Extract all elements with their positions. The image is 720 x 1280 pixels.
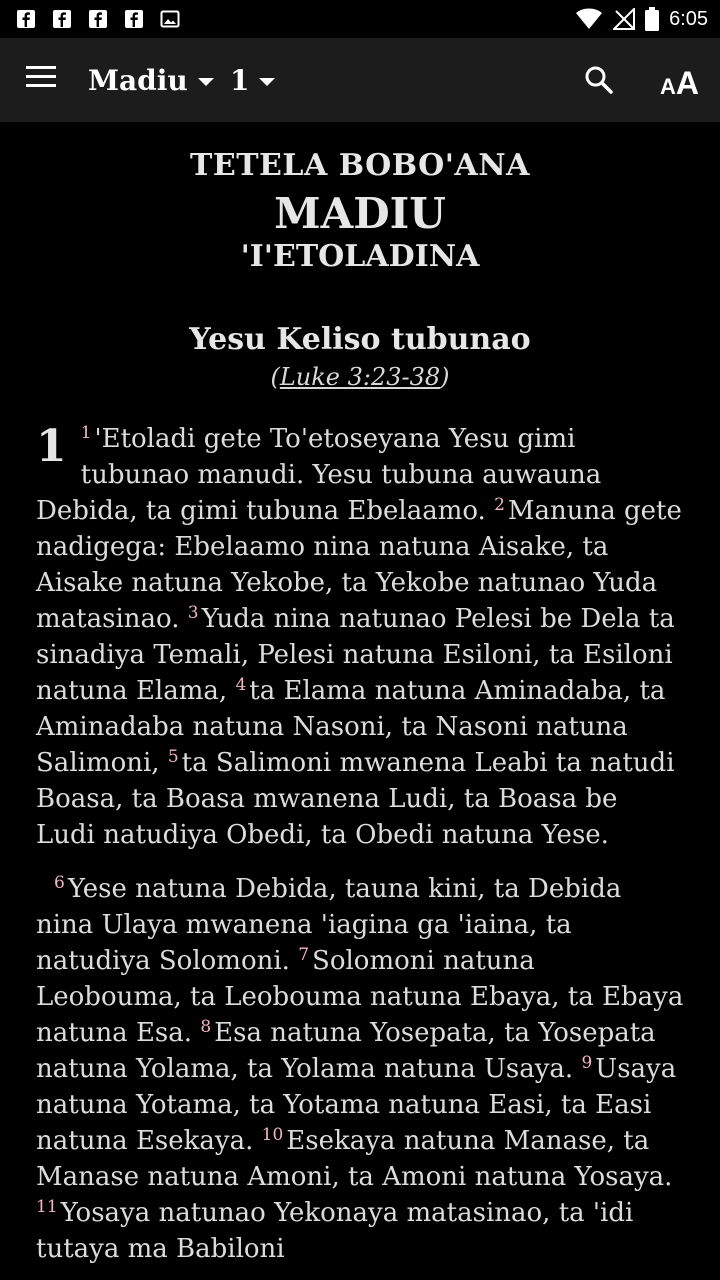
book-label: Madiu [88, 63, 188, 97]
search-icon[interactable] [584, 65, 616, 97]
verse-number[interactable]: 2 [494, 495, 505, 515]
chapter-content: TETELA BOBO'ANA MADIU 'I'ETOLADINA Yesu … [36, 122, 684, 1267]
chapter-label: 1 [230, 63, 250, 97]
clock: 6:05 [669, 7, 708, 30]
chapter-selector[interactable]: 1 [230, 60, 276, 100]
chevron-down-icon [197, 77, 214, 86]
verse-number[interactable]: 6 [54, 873, 65, 893]
verse-number[interactable]: 8 [200, 1017, 211, 1037]
verse-number[interactable]: 1 [81, 423, 92, 443]
cross-reference-link[interactable]: Luke 3:23-38 [280, 363, 440, 391]
chapter-number: 1 [36, 421, 67, 472]
book-subtitle: 'I'ETOLADINA [240, 239, 480, 274]
verse-number[interactable]: 7 [298, 945, 309, 965]
image-icon [160, 9, 180, 29]
text-size-icon[interactable]: AA [660, 62, 699, 99]
facebook-icon [16, 9, 36, 29]
facebook-icon [124, 9, 144, 29]
book-selector[interactable]: Madiu [88, 60, 214, 100]
status-bar: 6:05 [0, 0, 720, 38]
verse-number[interactable]: 4 [235, 675, 246, 695]
app-toolbar: Madiu 1 AA [0, 38, 720, 122]
menu-icon[interactable] [26, 65, 58, 95]
verse-number[interactable]: 10 [262, 1125, 284, 1145]
facebook-icon [88, 9, 108, 29]
verse-text: Yosaya natunao Yekonaya matasinao, ta 'i… [36, 1198, 634, 1264]
bible-title: TETELA BOBO'ANA [190, 148, 530, 183]
chevron-down-icon [259, 77, 276, 86]
verse-number[interactable]: 11 [36, 1197, 58, 1217]
section-heading: Yesu Keliso tubunao [189, 322, 531, 357]
cross-reference: (Luke 3:23-38) [270, 363, 450, 391]
wifi-icon [576, 8, 603, 29]
verse-number[interactable]: 5 [168, 747, 179, 767]
paragraph: 1 1 'Etoladi gete To'etoseyana Yesu gimi … [36, 421, 684, 853]
verse-number[interactable]: 9 [581, 1053, 592, 1073]
book-header: TETELA BOBO'ANA MADIU 'I'ETOLADINA [36, 148, 684, 274]
book-title: MADIU [274, 189, 446, 238]
paragraph: 6 Yese natuna Debida, tauna kini, ta Debi… [36, 871, 684, 1267]
facebook-icon [52, 9, 72, 29]
verse-number[interactable]: 3 [188, 603, 199, 623]
no-signal-icon [613, 8, 636, 30]
battery-icon [645, 7, 660, 31]
